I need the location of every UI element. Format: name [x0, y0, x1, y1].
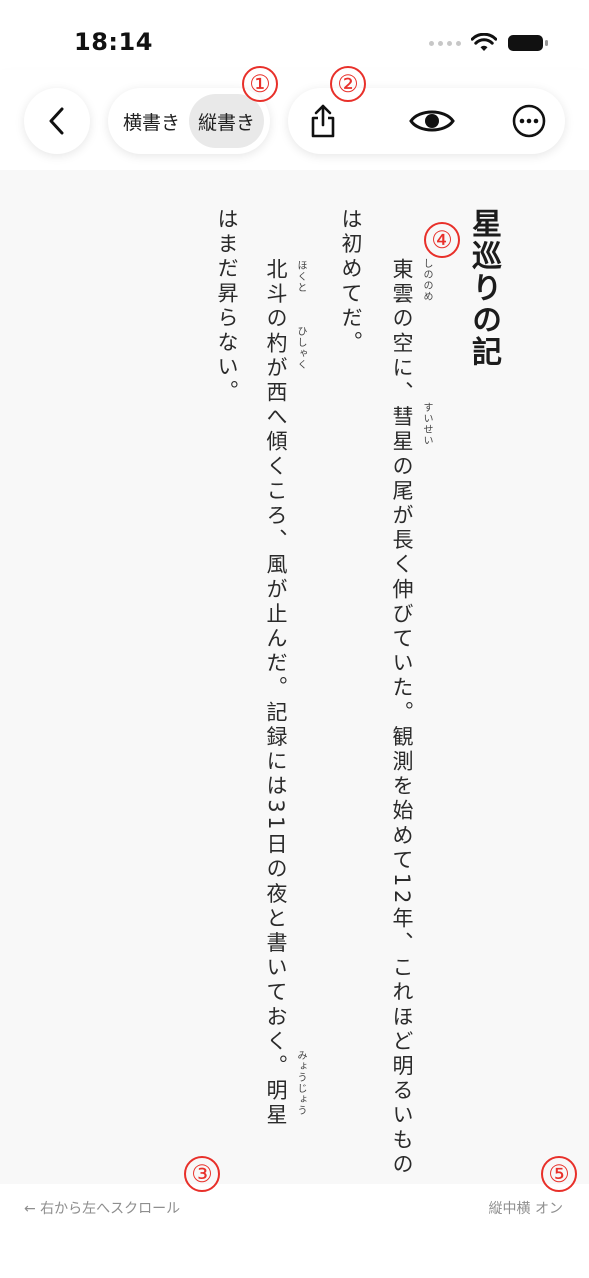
share-icon [311, 104, 335, 138]
segment-horizontal[interactable]: 横書き [114, 94, 189, 148]
callout-marker-4: ④ [424, 222, 460, 258]
top-toolbar: 横書き 縦書き [0, 70, 589, 170]
chevron-left-icon [49, 107, 64, 135]
scroll-direction-hint: ← 右から左へスクロール [24, 1201, 181, 1217]
status-time: 18:14 [74, 28, 153, 56]
document-title: 星巡りの記 [466, 208, 501, 368]
ruby-hishaku: ひしゃく [295, 326, 306, 370]
ruby-hokuto: ほくと [295, 260, 306, 293]
segment-vertical[interactable]: 縦書き [189, 94, 264, 148]
view-button[interactable] [402, 88, 462, 154]
callout-marker-1: ① [242, 66, 278, 102]
callout-marker-2: ② [330, 66, 366, 102]
ellipsis-circle-icon [512, 104, 546, 138]
vertical-text-reader: ④ 星巡りの記 東雲の空に、彗星の尾が長く伸びていた。観測を始めて12年、これほ… [0, 170, 589, 1184]
text-column-4: はまだ昇らない。 [215, 208, 239, 405]
writing-mode-segmented-control: 横書き 縦書き [108, 88, 270, 154]
text-column-3: 北斗の杓が西へ傾くころ、風が止んだ。記録には31日の夜と書いておく。明星 [264, 258, 288, 1129]
ruby-myoujou: みょうじょう [295, 1050, 306, 1116]
back-button[interactable] [24, 88, 90, 154]
text-column-1: 東雲の空に、彗星の尾が長く伸びていた。観測を始めて12年、これほど明るいもの [390, 258, 414, 1178]
ruby-suisei: すいせい [421, 402, 432, 446]
ruby-shinonome: しののめ [421, 258, 432, 302]
status-bar: 18:14 [0, 0, 589, 70]
action-group [288, 88, 565, 154]
status-icons [429, 33, 549, 53]
eye-icon [409, 110, 455, 132]
callout-marker-3: ③ [184, 1156, 220, 1192]
tate-chu-yoko-status: 縦中横 オン [488, 1201, 563, 1217]
text-column-2: は初めてだ。 [339, 208, 363, 356]
wifi-icon [471, 33, 497, 51]
battery-icon [508, 35, 548, 51]
more-button[interactable] [499, 88, 559, 154]
signal-icon [429, 40, 461, 46]
callout-marker-5: ⑤ [541, 1156, 577, 1192]
